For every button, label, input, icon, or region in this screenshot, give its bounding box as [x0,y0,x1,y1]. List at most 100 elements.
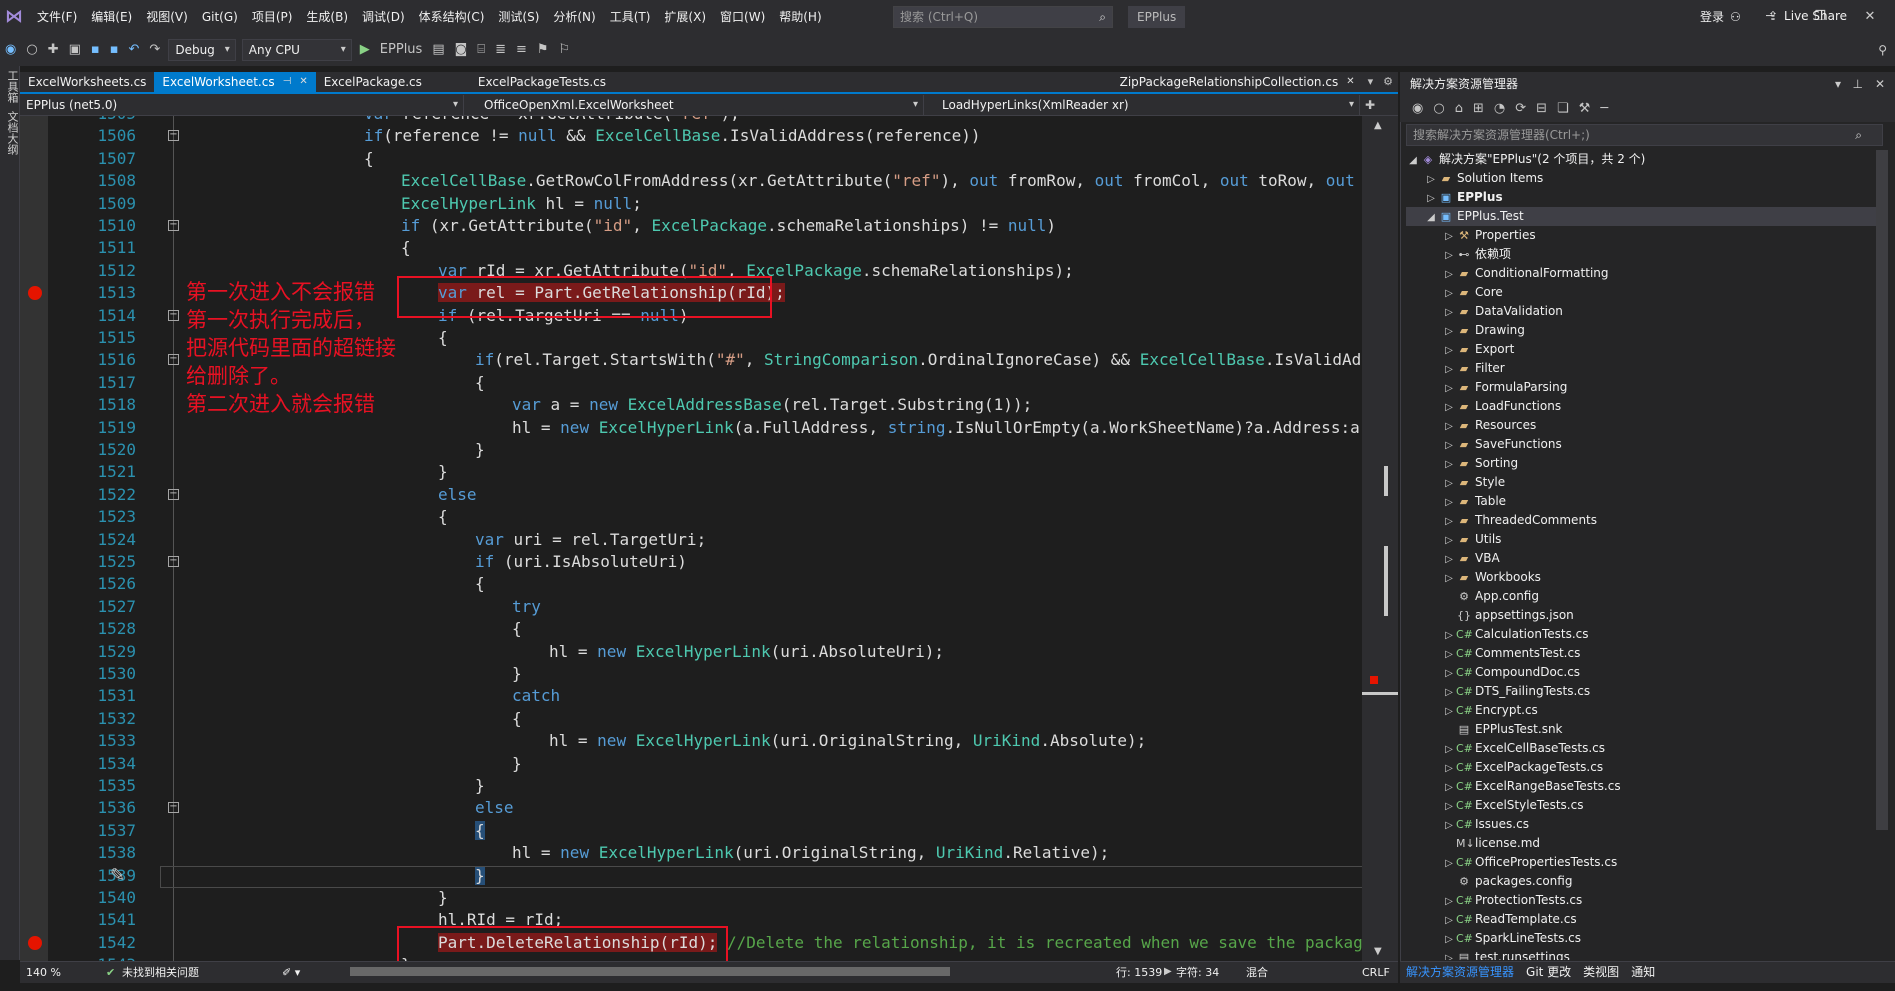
expand-arrow-icon[interactable]: ▷ [1442,816,1456,835]
scroll-up-icon[interactable]: ▲ [1374,120,1382,131]
expand-arrow-icon[interactable]: ▷ [1442,341,1456,360]
live-share-button[interactable]: ⇪ Live Share [1768,0,1847,32]
solution-tree-item[interactable]: ▷ ▰ ConditionalFormatting [1406,264,1876,283]
vs-logo-icon[interactable]: ⋈ [0,6,28,28]
solution-tree-item[interactable]: ▷ C# ExcelPackageTests.cs [1406,758,1876,777]
solution-tree-item[interactable]: ▷ ▰ Table [1406,492,1876,511]
expand-arrow-icon[interactable]: ▷ [1442,512,1456,531]
feedback-icon[interactable]: ⚲ [1878,34,1887,66]
expand-arrow-icon[interactable]: ▷ [1442,303,1456,322]
expand-arrow-icon[interactable]: ▷ [1442,379,1456,398]
undo-icon[interactable]: ↶ [124,34,145,66]
code-line[interactable]: { [401,237,411,259]
home-icon[interactable]: ⌂ [1455,96,1463,122]
expand-arrow-icon[interactable]: ▷ [1442,759,1456,778]
expand-arrow-icon[interactable]: ▷ [1442,854,1456,873]
login-button[interactable]: 登录 ⚇ [1700,0,1741,34]
search-input[interactable]: 搜索 (Ctrl+Q) ⌕ [893,6,1113,28]
expand-arrow-icon[interactable]: ▷ [1442,474,1456,493]
code-line[interactable]: hl = new ExcelHyperLink(uri.AbsoluteUri)… [549,641,944,663]
expand-arrow-icon[interactable]: ▷ [1442,417,1456,436]
solution-tree-item[interactable]: ▷ C# ExcelCellBaseTests.cs [1406,739,1876,758]
solution-tree-item[interactable]: ▷ ⚒ Properties [1406,226,1876,245]
switch-views-icon[interactable]: ⊞ [1473,96,1484,122]
brush-icon[interactable]: ✐ ▾ [282,962,300,984]
save-icon[interactable]: ▪ [86,34,105,66]
expand-arrow-icon[interactable]: ▷ [1442,778,1456,797]
solution-tree-item[interactable]: ▷ C# DTS_FailingTests.cs [1406,682,1876,701]
tab-excelworksheet[interactable]: ExcelWorksheet.cs ⊣ ✕ [154,72,316,92]
expand-arrow-icon[interactable]: ▷ [1442,797,1456,816]
class-dropdown[interactable]: OfficeOpenXml.ExcelWorksheet [464,94,924,115]
pin-icon[interactable]: ⊣ [283,72,292,92]
close-panel-icon[interactable]: ✕ [1875,72,1885,96]
solution-tree-item[interactable]: ▷ ▰ VBA [1406,549,1876,568]
menu-item[interactable]: 测试(S) [491,0,546,34]
code-line[interactable]: { [475,573,485,595]
menu-item[interactable]: 工具(T) [603,0,658,34]
code-line[interactable]: var a = new ExcelAddressBase(rel.Target.… [512,394,1032,416]
code-line[interactable]: hl = new ExcelHyperLink(uri.OriginalStri… [512,842,1109,864]
solution-tree-item[interactable]: ▷ ▣ EPPlus [1406,188,1876,207]
panel-menu-icon[interactable]: ▾ [1835,72,1841,96]
prev-bookmark-icon[interactable]: ⚐ [554,34,576,66]
properties-wrench-icon[interactable]: ⚒ [1579,96,1591,122]
preview-icon[interactable]: ─ [1600,96,1608,122]
expanded-arrow-icon[interactable]: ◢ [1424,208,1438,227]
save-all-icon[interactable]: ▪ [105,34,124,66]
quick-actions-icon[interactable]: ✎ [110,865,125,886]
code-line[interactable]: } [475,439,485,461]
open-folder-icon[interactable]: ▣ [64,34,86,66]
project-dropdown[interactable]: EPPlus (net5.0) [20,94,464,115]
expand-arrow-icon[interactable]: ▷ [1442,436,1456,455]
platform-select[interactable]: Any CPU [241,39,352,61]
tab-excelworksheets[interactable]: ExcelWorksheets.cs [20,72,154,92]
close-tab-icon[interactable]: ✕ [299,72,307,92]
camera-icon[interactable]: ◙ [450,34,473,66]
solution-search-input[interactable]: 搜索解决方案资源管理器(Ctrl+;) ⌕ [1406,124,1883,146]
code-line[interactable]: { [364,148,374,170]
code-line[interactable]: { [475,820,485,842]
solution-tree-item[interactable]: ▷ C# ExcelStyleTests.cs [1406,796,1876,815]
expand-arrow-icon[interactable]: ▷ [1424,189,1438,208]
code-line[interactable]: if (uri.IsAbsoluteUri) [475,551,687,573]
code-line[interactable]: } [475,775,485,797]
menu-item[interactable]: Git(G) [195,0,245,34]
solution-tree-item[interactable]: ▷ ▰ Style [1406,473,1876,492]
menu-item[interactable]: 文件(F) [30,0,84,34]
solution-tree-item[interactable]: ▷ ▰ ThreadedComments [1406,511,1876,530]
pin-icon[interactable]: ⊥ [1853,72,1863,96]
expand-arrow-icon[interactable]: ▷ [1442,284,1456,303]
expand-arrow-icon[interactable]: ▷ [1442,398,1456,417]
start-icon[interactable]: ▶ [355,34,375,66]
breakpoint-margin[interactable] [20,116,48,961]
solution-tree-item[interactable]: ▷ ▰ Core [1406,283,1876,302]
solution-tree-item[interactable]: ⚙ App.config [1406,587,1876,606]
menu-item[interactable]: 编辑(E) [84,0,139,34]
code-line[interactable]: else [438,484,477,506]
code-line[interactable]: var uri = rel.TargetUri; [475,529,706,551]
code-line[interactable]: { [512,708,522,730]
breakpoint-icon[interactable] [28,286,42,301]
code-line[interactable]: hl = new ExcelHyperLink(a.FullAddress, s… [512,417,1362,439]
expand-arrow-icon[interactable]: ▷ [1442,493,1456,512]
solution-tree-item[interactable]: ▷ ▰ SaveFunctions [1406,435,1876,454]
solution-tree-scrollbar[interactable] [1876,150,1888,830]
solution-tree-item[interactable]: ▷ ▰ Utils [1406,530,1876,549]
expand-arrow-icon[interactable]: ▷ [1442,569,1456,588]
indent-icon[interactable]: ≣ [490,34,511,66]
config-select[interactable]: Debug [168,39,236,61]
code-line[interactable]: var reference = xr.GetAttribute("ref"); [364,116,740,125]
forward-icon[interactable]: ○ [21,34,42,66]
collapse-all-icon[interactable]: ⊟ [1536,96,1547,122]
menu-item[interactable]: 项目(P) [245,0,300,34]
menu-item[interactable]: 生成(B) [299,0,355,34]
expanded-arrow-icon[interactable]: ◢ [1406,151,1420,170]
code-line[interactable]: } [438,461,448,483]
expand-arrow-icon[interactable]: ▷ [1442,683,1456,702]
menu-item[interactable]: 体系结构(C) [412,0,492,34]
folder-icon[interactable]: ▤ [427,34,449,66]
code-line[interactable]: } [512,753,522,775]
code-line[interactable]: ExcelHyperLink hl = null; [401,193,642,215]
code-area[interactable]: var reference = xr.GetAttribute("ref"); i… [170,116,1362,961]
